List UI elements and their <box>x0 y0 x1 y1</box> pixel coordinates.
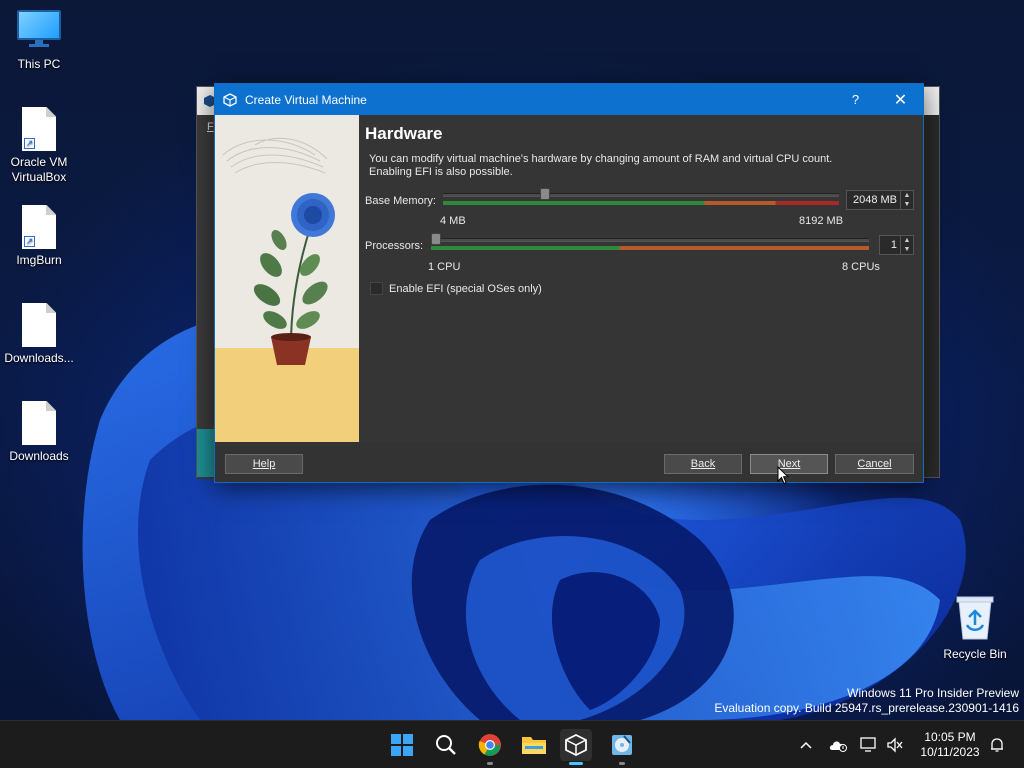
onedrive-tray-button[interactable] <box>826 721 850 768</box>
enable-efi-checkbox[interactable] <box>370 282 383 295</box>
processors-value: 1 <box>890 239 897 251</box>
virtualbox-icon <box>565 734 587 756</box>
slider-groove <box>431 238 869 242</box>
chrome-taskbar-button[interactable] <box>474 729 506 765</box>
speaker-muted-icon <box>887 737 903 753</box>
enable-efi-row[interactable]: Enable EFI (special OSes only) <box>370 282 542 295</box>
search-button[interactable] <box>430 729 462 761</box>
network-tray-button[interactable] <box>858 721 880 768</box>
spin-down-icon[interactable]: ▼ <box>901 245 913 254</box>
create-vm-dialog[interactable]: Create Virtual Machine ? ✕ Hardware You … <box>214 83 924 483</box>
recycle-bin-icon <box>956 596 994 640</box>
help-button[interactable]: Help <box>225 454 303 474</box>
bell-icon <box>991 738 1003 752</box>
file-icon <box>22 303 56 347</box>
desktop-icon-downloads[interactable]: Downloads <box>1 401 77 463</box>
close-button[interactable]: ✕ <box>878 84 923 115</box>
base-memory-max-label: 8192 MB <box>799 215 844 227</box>
dialog-body: Hardware You can modify virtual machine'… <box>215 115 923 442</box>
virtualbox-taskbar-button[interactable] <box>560 729 592 765</box>
slider-handle[interactable] <box>540 188 550 200</box>
processors-min-label: 1 CPU <box>428 261 461 273</box>
cancel-button[interactable]: Cancel <box>835 454 914 474</box>
taskbar: 10:05 PM 10/11/2023 <box>0 720 1024 768</box>
processors-label: Processors: <box>365 240 424 252</box>
desktop-icon-label: Downloads <box>9 449 69 463</box>
search-icon <box>436 735 456 755</box>
slider-groove <box>443 193 839 197</box>
wizard-illustration <box>215 115 359 442</box>
slider-range-bar <box>443 201 839 205</box>
windows-logo-icon <box>391 734 413 756</box>
spin-down-icon[interactable]: ▼ <box>901 200 913 209</box>
chevron-up-icon <box>800 741 812 749</box>
manager-menu-letter[interactable]: F <box>207 121 214 133</box>
description-line-2: Enabling EFI is also possible. <box>369 166 513 178</box>
slider-range-bar <box>431 246 869 250</box>
mouse-pointer-icon <box>777 466 789 485</box>
file-explorer-taskbar-button[interactable] <box>518 729 550 761</box>
network-monitor-icon <box>860 737 876 752</box>
watermark-line-1: Windows 11 Pro Insider Preview <box>847 686 1019 700</box>
processors-slider[interactable] <box>431 233 869 250</box>
spin-up-icon[interactable]: ▲ <box>901 236 913 245</box>
dialog-button-bar: Help Back Next Cancel <box>215 442 923 482</box>
spin-up-icon[interactable]: ▲ <box>901 191 913 200</box>
flowerpot-illustration <box>215 115 359 442</box>
desktop-icon-label: This PC <box>17 57 61 71</box>
desktop-icon-recycle-bin[interactable]: Recycle Bin <box>940 595 1010 661</box>
cloud-icon <box>829 741 847 752</box>
desktop-icon-label: Downloads... <box>4 351 74 365</box>
file-icon <box>22 401 56 445</box>
desktop-icon-this-pc[interactable]: This PC <box>1 10 77 71</box>
clock-date: 10/11/2023 <box>920 745 980 759</box>
virtualbox-icon <box>223 92 237 107</box>
dialog-title: Create Virtual Machine <box>245 92 367 107</box>
chrome-icon <box>478 734 501 756</box>
volume-tray-button[interactable] <box>884 721 906 768</box>
description-line-1: You can modify virtual machine's hardwar… <box>369 153 833 165</box>
base-memory-value: 2048 MB <box>852 194 897 206</box>
windows-watermark: Windows 11 Pro Insider Preview Evaluatio… <box>714 686 1019 716</box>
shortcut-file-icon: ↗ <box>22 205 56 249</box>
notifications-button[interactable] <box>986 721 1008 768</box>
slider-handle[interactable] <box>431 233 441 245</box>
next-button[interactable]: Next <box>750 454 828 474</box>
processors-spinbox[interactable]: 1 ▲ ▼ <box>879 235 914 255</box>
shortcut-file-icon: ↗ <box>22 107 56 151</box>
desktop-icon-downloads-shortcut[interactable]: Downloads... <box>1 303 77 365</box>
base-memory-min-label: 4 MB <box>440 215 466 227</box>
taskbar-clock[interactable]: 10:05 PM 10/11/2023 <box>910 730 990 760</box>
imgburn-taskbar-button[interactable] <box>606 729 638 765</box>
base-memory-spinbox[interactable]: 2048 MB ▲ ▼ <box>846 190 914 210</box>
page-title: Hardware <box>365 124 443 143</box>
manager-sidebar-strip: F <box>197 115 215 479</box>
base-memory-slider[interactable] <box>443 188 839 205</box>
dialog-titlebar[interactable]: Create Virtual Machine ? ✕ <box>215 84 923 115</box>
file-explorer-icon <box>522 737 546 754</box>
manager-selected-item[interactable] <box>197 429 215 477</box>
desktop-icon-imgburn[interactable]: ↗ ImgBurn <box>1 205 77 267</box>
monitor-icon <box>17 10 61 48</box>
watermark-line-2: Evaluation copy. Build 25947.rs_prerelea… <box>714 701 1019 715</box>
desktop-icon-label: Oracle VM VirtualBox <box>10 155 68 184</box>
imgburn-icon <box>612 735 632 755</box>
enable-efi-label[interactable]: Enable EFI (special OSes only) <box>389 283 542 295</box>
desktop-icon-label: ImgBurn <box>16 253 62 267</box>
start-button[interactable] <box>386 729 418 761</box>
context-help-button[interactable]: ? <box>833 84 878 115</box>
page-description: You can modify virtual machine's hardwar… <box>369 153 869 179</box>
processors-max-label: 8 CPUs <box>842 261 880 273</box>
clock-time: 10:05 PM <box>924 730 976 744</box>
recycle-bin-label: Recycle Bin <box>943 647 1007 661</box>
base-memory-label: Base Memory: <box>365 195 436 207</box>
desktop-icon-virtualbox[interactable]: ↗ Oracle VM VirtualBox <box>1 107 77 185</box>
back-button[interactable]: Back <box>664 454 742 474</box>
show-hidden-icons-button[interactable] <box>796 721 816 768</box>
